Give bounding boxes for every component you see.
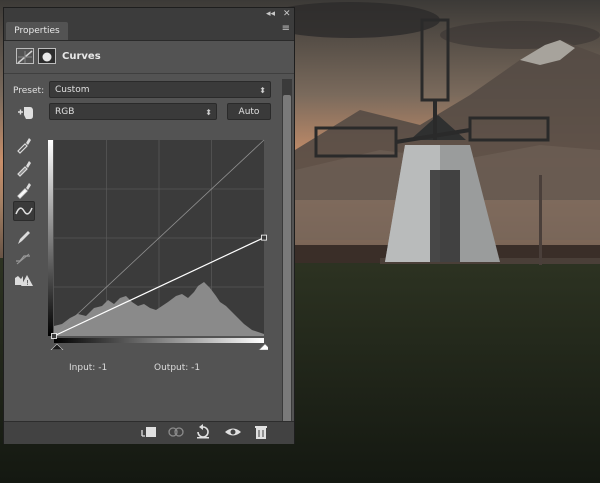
curve-control-point[interactable] [261,234,267,241]
panel-bottom-bar [4,421,294,444]
svg-text:!: ! [26,279,29,287]
adjustment-title: Curves [62,51,101,62]
output-readout: Output: -1 [154,363,200,373]
preset-label: Preset: [13,86,45,96]
eyedropper-gray-icon[interactable] [13,157,35,177]
preset-value: Custom [55,85,90,95]
input-label: Input: [69,363,96,373]
panel-scrollbar[interactable] [282,79,292,432]
view-previous-icon[interactable] [165,424,187,441]
layer-mask-icon[interactable] [38,48,56,64]
divider [4,73,294,74]
tab-bar: Properties ≡ [4,20,294,41]
targeted-adjustment-hand-icon[interactable] [16,103,36,121]
select-arrows-icon: ⬍ [259,86,266,95]
panel-body: Curves Preset: Custom ⬍ RGB ⬍ Auto ! Inp… [4,41,294,444]
channel-select[interactable]: RGB ⬍ [49,103,217,120]
input-gradient-bar [54,338,264,343]
output-gradient-bar [48,140,53,336]
curve-control-point[interactable] [51,333,57,339]
reset-icon[interactable] [192,424,214,441]
delete-icon[interactable] [250,424,272,441]
input-readout: Input: -1 [69,363,107,373]
clipping-warning-icon[interactable]: ! [13,270,35,290]
input-value: -1 [98,363,108,373]
smooth-icon[interactable] [13,249,35,269]
panel-title-bar[interactable]: ◂◂ ✕ [4,8,294,20]
curves-graph[interactable] [48,136,268,350]
output-label: Output: [154,363,189,373]
scrollbar-thumb[interactable] [283,95,291,425]
channel-value: RGB [55,107,75,117]
white-point-slider[interactable] [258,343,268,350]
eyedropper-black-icon[interactable] [13,134,35,154]
visibility-eye-icon[interactable] [222,424,244,441]
clip-to-layer-icon[interactable] [138,424,160,441]
curve-edit-icon[interactable] [13,201,35,221]
adjustment-header: Curves [4,43,294,71]
output-value: -1 [191,363,201,373]
eyedropper-white-icon[interactable] [13,179,35,199]
tab-properties[interactable]: Properties [6,22,68,40]
black-point-slider[interactable] [50,343,64,350]
select-arrows-icon: ⬍ [205,108,212,117]
properties-panel: ◂◂ ✕ Properties ≡ Curves Preset: Custom … [3,7,295,444]
panel-menu-icon[interactable]: ≡ [282,23,290,34]
auto-button[interactable]: Auto [227,103,271,120]
curves-adjustment-icon[interactable] [16,48,34,64]
close-icon[interactable]: ✕ [283,8,291,20]
pencil-icon[interactable] [13,227,35,247]
collapse-icon[interactable]: ◂◂ [266,8,275,20]
preset-select[interactable]: Custom ⬍ [49,81,271,98]
